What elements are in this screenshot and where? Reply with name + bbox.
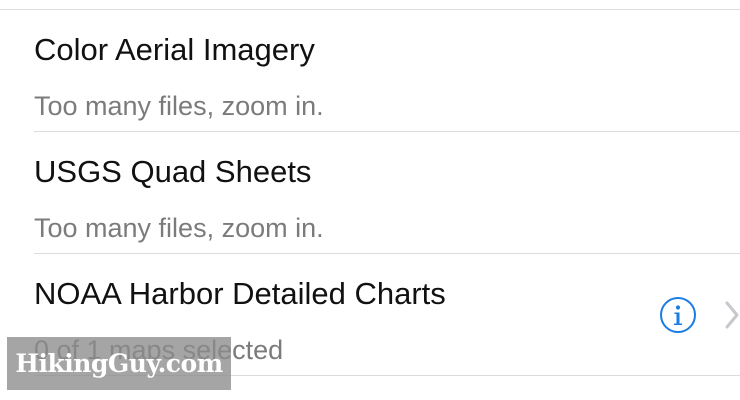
list-item-color-aerial-imagery[interactable]: Color Aerial Imagery Too many files, zoo… bbox=[0, 10, 740, 132]
layer-status: Too many files, zoom in. bbox=[34, 91, 324, 121]
list-item-usgs-quad-sheets[interactable]: USGS Quad Sheets Too many files, zoom in… bbox=[0, 132, 740, 254]
layer-title: Color Aerial Imagery bbox=[34, 32, 315, 67]
layer-title: USGS Quad Sheets bbox=[34, 154, 312, 189]
layer-title: NOAA Harbor Detailed Charts bbox=[34, 276, 446, 311]
watermark-logo: HikingGuy.com bbox=[7, 337, 231, 390]
layer-status: Too many files, zoom in. bbox=[34, 213, 324, 243]
chevron-right-icon-graphic bbox=[725, 301, 739, 329]
info-circle-icon[interactable] bbox=[659, 296, 697, 334]
chevron-right-icon[interactable] bbox=[724, 300, 740, 330]
info-circle-icon-graphic bbox=[660, 297, 696, 333]
